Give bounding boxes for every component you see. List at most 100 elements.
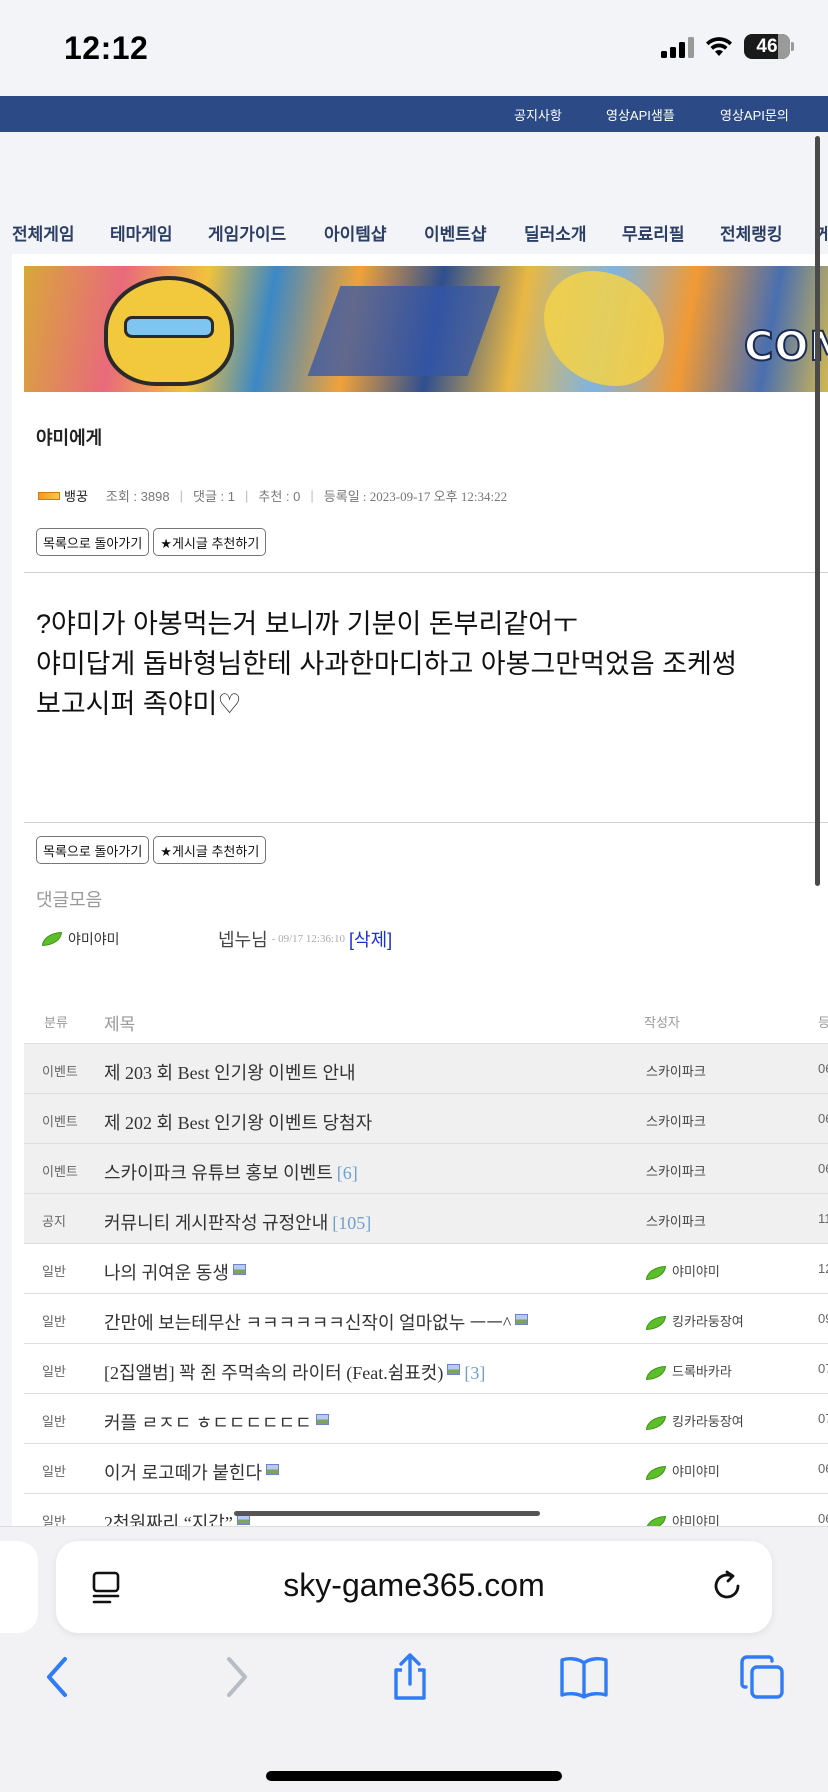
table-row[interactable]: 이벤트 스카이파크 유튜브 홍보 이벤트[6] 스카이파크 06/0 — [24, 1144, 828, 1194]
topnav-notice-link[interactable]: 공지사항 — [514, 105, 562, 124]
back-button[interactable] — [28, 1647, 88, 1707]
url-text[interactable]: sky-game365.com — [56, 1567, 772, 1604]
row-date: 06/ — [818, 1061, 828, 1076]
row-date: 07: — [818, 1361, 828, 1376]
tabs-button[interactable] — [732, 1647, 792, 1707]
image-attached-icon — [232, 1264, 246, 1275]
home-indicator[interactable] — [266, 1771, 562, 1781]
row-title-link[interactable]: 간만에 보는테무산 ㅋㅋㅋㅋㅋㅋ신작이 얼마없누 ㅡㅡ^ — [104, 1313, 511, 1333]
level-badge-icon — [38, 491, 60, 500]
table-row[interactable]: 일반 나의 귀여운 동생 야미야미 12:0 — [24, 1244, 828, 1294]
row-date: 06: — [818, 1461, 828, 1476]
forward-button[interactable] — [206, 1647, 266, 1707]
table-row[interactable]: 이벤트 제 202 회 Best 인기왕 이벤트 당첨자 스카이파크 06/ — [24, 1094, 828, 1144]
row-title-link[interactable]: 커뮤니티 게시판작성 규정안내 — [104, 1213, 328, 1233]
row-writer: 스카이파크 — [646, 1211, 706, 1230]
browser-toolbar: sky-game365.com — [0, 1526, 828, 1792]
nav-all-ranking[interactable]: 전체랭킹 — [720, 220, 783, 245]
row-category: 이벤트 — [42, 1164, 78, 1179]
comment-time: - 09/17 12:36:10 — [271, 933, 346, 945]
web-content[interactable]: 공지사항 영상API샘플 영상API문의 전체게임 테마게임 게임가이드 아이템… — [0, 96, 828, 1526]
row-comment-count: [6] — [336, 1163, 358, 1183]
table-row[interactable]: 일반 간만에 보는테무산 ㅋㅋㅋㅋㅋㅋ신작이 얼마없누 ㅡㅡ^ 킹카라둥장여 09: — [24, 1294, 828, 1344]
row-date: 12:0 — [818, 1261, 828, 1276]
vertical-scrollbar[interactable] — [815, 136, 820, 886]
header-title: 제목 — [104, 1015, 136, 1034]
leaf-level-icon — [646, 1465, 666, 1480]
cellular-signal-icon — [661, 36, 694, 58]
row-title-link[interactable]: 2천원짜리 “지갑” — [104, 1513, 233, 1526]
row-category: 일반 — [42, 1314, 66, 1329]
header-writer: 작성자 — [644, 1015, 680, 1030]
status-time: 12:12 — [64, 30, 149, 66]
tabs-icon — [740, 1655, 784, 1699]
post-views: 조회 : 3898 — [105, 489, 170, 504]
wifi-icon — [706, 36, 732, 56]
row-date: 07: — [818, 1411, 828, 1426]
reload-icon[interactable] — [708, 1567, 746, 1605]
address-bar[interactable]: sky-game365.com — [56, 1541, 772, 1633]
book-icon — [560, 1657, 608, 1699]
main-navigation: 전체게임 테마게임 게임가이드 아이템샵 이벤트샵 딜러소개 무료리필 전체랭킹… — [0, 132, 828, 250]
comment-author[interactable]: 야미야미 — [68, 929, 218, 949]
topnav-video-api-sample-link[interactable]: 영상API샘플 — [606, 105, 675, 124]
share-button[interactable] — [380, 1647, 440, 1707]
row-category: 일반 — [42, 1464, 66, 1479]
row-title-link[interactable]: 스카이파크 유튜브 홍보 이벤트 — [104, 1163, 333, 1183]
horizontal-scrollbar[interactable] — [234, 1511, 540, 1516]
row-category: 공지 — [42, 1214, 66, 1229]
row-writer-name[interactable]: 스카이파크 — [646, 1214, 706, 1229]
row-writer-name[interactable]: 야미야미 — [672, 1514, 720, 1526]
image-attached-icon — [266, 1464, 280, 1475]
nav-free-refill[interactable]: 무료리필 — [622, 220, 685, 245]
comment-delete-link[interactable]: [삭제] — [349, 926, 392, 952]
nav-event-shop[interactable]: 이벤트샵 — [424, 220, 487, 245]
row-writer-name[interactable]: 스카이파크 — [646, 1164, 706, 1179]
row-title-link[interactable]: 나의 귀여운 동생 — [104, 1263, 229, 1283]
nav-all-games[interactable]: 전체게임 — [12, 220, 75, 245]
table-row[interactable]: 일반 커플 ㄹㅈㄷ ㅎㄷㄷㄷㄷㄷㄷ 킹카라둥장여 07: — [24, 1394, 828, 1444]
nav-dealer-intro[interactable]: 딜러소개 — [524, 220, 587, 245]
board-header-row: 분류 제목 작성자 등록 — [24, 994, 828, 1044]
row-title-link[interactable]: 제 202 회 Best 인기왕 이벤트 당첨자 — [104, 1113, 372, 1133]
status-icons: 46 — [661, 34, 794, 59]
nav-game-guide[interactable]: 게임가이드 — [208, 220, 286, 245]
post-actions-top: 목록으로 돌아가기 ★게시글 추천하기 — [36, 528, 267, 556]
topnav-video-api-inquiry-link[interactable]: 영상API문의 — [720, 105, 789, 124]
table-row[interactable]: 일반 이거 로고떼가 붙힌다 야미야미 06: — [24, 1444, 828, 1494]
row-writer-name[interactable]: 야미야미 — [672, 1464, 720, 1479]
row-title-link[interactable]: 제 203 회 Best 인기왕 이벤트 안내 — [104, 1063, 356, 1083]
row-writer-name[interactable]: 스카이파크 — [646, 1114, 706, 1129]
table-row[interactable]: 공지 커뮤니티 게시판작성 규정안내[105] 스카이파크 11/ — [24, 1194, 828, 1244]
header-date: 등록 — [818, 1015, 828, 1030]
recommend-post-button[interactable]: ★게시글 추천하기 — [153, 836, 267, 864]
post-actions-bottom: 목록으로 돌아가기 ★게시글 추천하기 — [36, 836, 267, 864]
row-writer: 킹카라둥장여 — [646, 1311, 744, 1330]
nav-item-shop[interactable]: 아이템샵 — [324, 220, 387, 245]
back-to-list-button[interactable]: 목록으로 돌아가기 — [36, 528, 150, 556]
row-title-link[interactable]: 커플 ㄹㅈㄷ ㅎㄷㄷㄷㄷㄷㄷ — [104, 1413, 312, 1433]
row-writer-name[interactable]: 킹카라둥장여 — [672, 1414, 744, 1429]
row-writer-name[interactable]: 킹카라둥장여 — [672, 1314, 744, 1329]
previous-tab-preview[interactable] — [0, 1541, 38, 1633]
row-category: 일반 — [42, 1414, 66, 1429]
row-writer-name[interactable]: 스카이파크 — [646, 1064, 706, 1079]
image-attached-icon — [315, 1414, 329, 1425]
post-title: 야미에게 — [36, 428, 103, 448]
bookmarks-button[interactable] — [554, 1647, 614, 1707]
row-title-link[interactable]: [2집앨범] 꽉 쥔 주먹속의 라이터 (Feat.쉼표컷) — [104, 1363, 443, 1383]
nav-theme-games[interactable]: 테마게임 — [110, 220, 173, 245]
table-row[interactable]: 일반 2천원짜리 “지갑” 야미야미 06: — [24, 1494, 828, 1526]
back-to-list-button[interactable]: 목록으로 돌아가기 — [36, 836, 150, 864]
leaf-level-icon — [646, 1315, 666, 1330]
table-row[interactable]: 이벤트 제 203 회 Best 인기왕 이벤트 안내 스카이파크 06/ — [24, 1044, 828, 1094]
table-row[interactable]: 일반 [2집앨범] 꽉 쥔 주먹속의 라이터 (Feat.쉼표컷) [3] 드록바카라… — [24, 1344, 828, 1394]
row-writer-name[interactable]: 야미야미 — [672, 1264, 720, 1279]
recommend-post-button[interactable]: ★게시글 추천하기 — [153, 528, 267, 556]
row-category: 일반 — [42, 1364, 66, 1379]
row-writer-name[interactable]: 드록바카라 — [672, 1364, 732, 1379]
row-title-cell: 나의 귀여운 동생 — [104, 1259, 246, 1285]
row-title-link[interactable]: 이거 로고떼가 붙힌다 — [104, 1463, 262, 1483]
post-comment-count: 댓글 : 1 — [193, 489, 235, 504]
post-author[interactable]: 뱅꿍 — [64, 486, 88, 505]
